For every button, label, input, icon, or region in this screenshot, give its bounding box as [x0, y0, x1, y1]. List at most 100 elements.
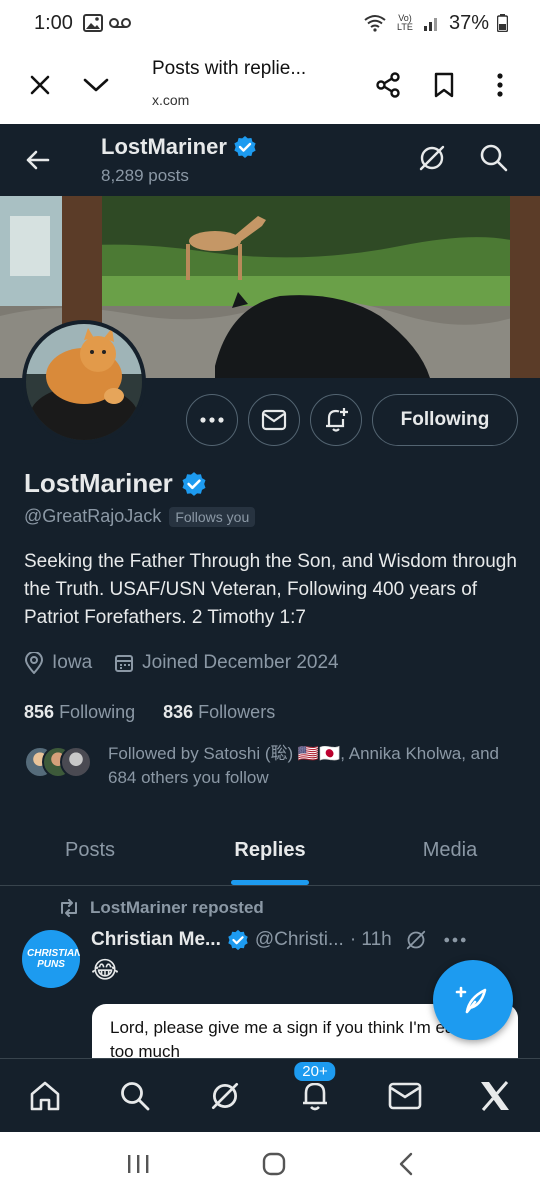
- tab-label: Media: [422, 839, 478, 861]
- gallery-icon: [82, 14, 103, 32]
- more-vertical-icon: [497, 73, 503, 97]
- tab-replies[interactable]: Replies: [180, 816, 360, 885]
- page-title: Posts with replie...: [152, 58, 307, 79]
- tab-label: Posts: [64, 839, 116, 861]
- close-icon: [30, 75, 50, 95]
- compose-post-button[interactable]: [433, 960, 513, 1040]
- repost-icon: [61, 899, 77, 917]
- profile-header: LostMariner 8,289 posts: [0, 124, 540, 196]
- more-horizontal-icon[interactable]: [444, 937, 466, 943]
- profile-display-name: LostMariner: [24, 468, 173, 498]
- followers-count-label: Followers: [198, 702, 276, 722]
- followed-by-text: Followed by Satoshi (聡) 🇺🇸🇯🇵, Annika Kho…: [108, 744, 500, 787]
- nav-messages[interactable]: [375, 1066, 435, 1126]
- grok-button[interactable]: [416, 142, 448, 174]
- more-horizontal-icon: [200, 417, 224, 423]
- tweet-header: Christian Me... @Christi... · 11h: [91, 928, 521, 952]
- profile-tabs: Posts Replies Media: [0, 816, 540, 886]
- nav-notifications[interactable]: 20+: [285, 1059, 345, 1126]
- location-pin-icon: [24, 652, 44, 674]
- tab-media[interactable]: Media: [360, 816, 540, 885]
- notifications-badge: 20+: [292, 1059, 338, 1083]
- location-text: Iowa: [52, 652, 93, 673]
- bottom-navigation: 20+: [0, 1058, 540, 1132]
- verified-badge-icon: [234, 136, 256, 158]
- recents-button[interactable]: [126, 1153, 150, 1180]
- back-system-button[interactable]: [398, 1152, 414, 1181]
- grok-icon: [419, 145, 445, 171]
- follow-counts: 856 Following 836 Followers: [24, 702, 275, 723]
- profile-handle: @GreatRajoJack: [24, 506, 162, 526]
- collapse-button[interactable]: [76, 65, 116, 105]
- nav-explore[interactable]: [105, 1066, 165, 1126]
- search-icon: [121, 1081, 150, 1110]
- bell-plus-icon: [326, 408, 348, 432]
- grok-icon[interactable]: [404, 928, 428, 952]
- profile-meta: Iowa Joined December 2024: [24, 652, 351, 674]
- tweet-time[interactable]: · 11h: [350, 929, 392, 951]
- battery-percent: 37%: [448, 11, 489, 34]
- share-button[interactable]: [368, 65, 408, 105]
- mutual-avatars: [24, 746, 96, 780]
- home-system-button[interactable]: [262, 1152, 286, 1181]
- more-options-button[interactable]: [186, 394, 238, 446]
- avatar-image: [26, 324, 142, 440]
- avatar: [60, 746, 92, 778]
- bookmark-icon: [434, 72, 454, 98]
- tweet-author-name[interactable]: Christian Me...: [91, 929, 221, 951]
- header-name-row: LostMariner: [101, 134, 257, 160]
- mail-icon: [261, 409, 287, 431]
- mail-icon: [388, 1082, 422, 1109]
- tweet-author-handle[interactable]: @Christi...: [255, 929, 344, 951]
- notify-button[interactable]: [310, 394, 362, 446]
- message-button[interactable]: [248, 394, 300, 446]
- calendar-icon: [115, 655, 134, 672]
- active-tab-indicator: [231, 880, 309, 885]
- profile-avatar[interactable]: [22, 320, 146, 444]
- share-icon: [376, 72, 400, 98]
- search-button[interactable]: [478, 142, 510, 174]
- quote-text: Lord, please give me a sign if you think…: [110, 1018, 482, 1061]
- nav-home[interactable]: [15, 1066, 75, 1126]
- home-icon: [30, 1081, 60, 1110]
- voicemail-icon: [108, 18, 131, 28]
- location-item: Iowa: [24, 652, 92, 674]
- close-tab-button[interactable]: [20, 65, 60, 105]
- tab-posts[interactable]: Posts: [0, 816, 180, 885]
- x-logo-icon: [481, 1080, 509, 1111]
- nav-x-logo[interactable]: [465, 1066, 525, 1126]
- header-post-count: 8,289 posts: [101, 166, 189, 185]
- verified-badge-icon: [182, 471, 206, 496]
- arrow-left-icon: [26, 150, 50, 170]
- nav-grok[interactable]: [195, 1066, 255, 1126]
- repost-indicator: LostMariner reposted: [58, 898, 264, 918]
- compose-feather-icon: [455, 986, 487, 1014]
- page-url[interactable]: x.com: [152, 92, 189, 108]
- avatar-logo-text: CHRISTIAN PUNS: [27, 948, 80, 970]
- joined-text: Joined December 2024: [142, 652, 339, 673]
- followers-count-link[interactable]: 836 Followers: [163, 702, 275, 723]
- status-right: Vo) LTE 37%: [363, 12, 508, 35]
- tweet-author-avatar[interactable]: CHRISTIAN PUNS: [22, 930, 80, 988]
- followers-count: 836: [163, 702, 194, 722]
- following-button[interactable]: Following: [372, 394, 518, 446]
- following-count-link[interactable]: 856 Following: [24, 702, 135, 723]
- profile-bio: Seeking the Father Through the Son, and …: [24, 551, 517, 628]
- bookmark-button[interactable]: [424, 65, 464, 105]
- status-bar: 1:00 Vo) LTE 37%: [0, 0, 540, 46]
- recents-icon: [128, 1154, 149, 1173]
- repost-label: LostMariner reposted: [90, 898, 264, 917]
- back-button[interactable]: [20, 142, 56, 178]
- chevron-down-icon: [83, 78, 109, 92]
- header-display-name: LostMariner: [101, 134, 227, 159]
- system-navigation-bar: [0, 1132, 540, 1200]
- status-time: 1:00: [34, 11, 73, 34]
- profile-name-row: LostMariner: [24, 468, 207, 499]
- browser-more-button[interactable]: [480, 65, 520, 105]
- bell-icon: [303, 1082, 327, 1110]
- joined-item: Joined December 2024: [114, 652, 339, 674]
- status-notification-icons: [82, 14, 131, 32]
- browser-toolbar: Posts with replie... x.com: [0, 46, 540, 124]
- followed-by-row[interactable]: Followed by Satoshi (聡) 🇺🇸🇯🇵, Annika Kho…: [24, 742, 524, 790]
- search-icon: [480, 144, 508, 172]
